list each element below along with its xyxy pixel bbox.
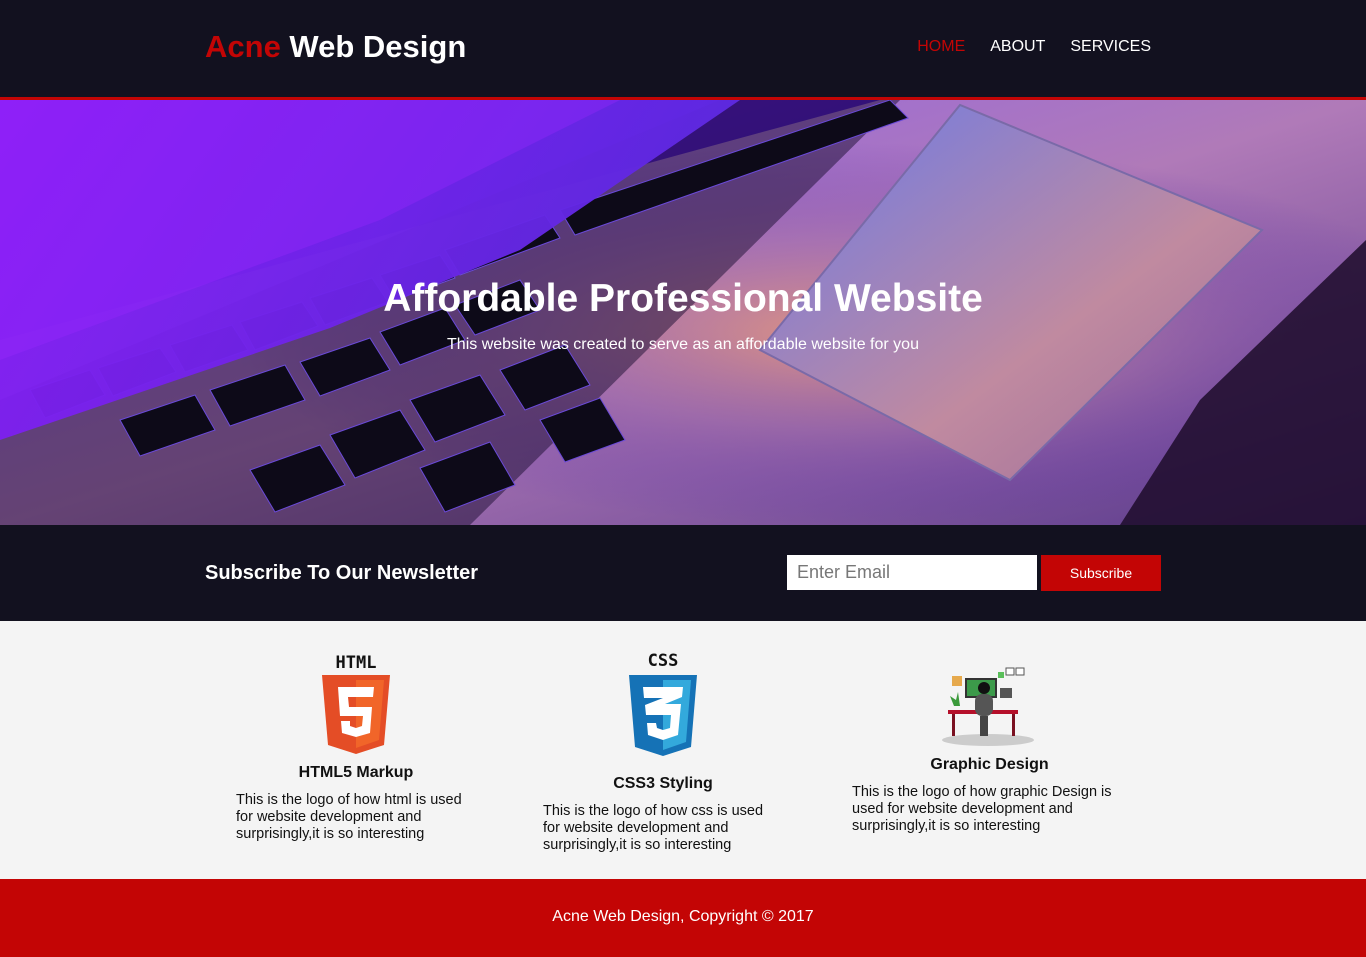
brand-highlight: Acne xyxy=(205,29,281,64)
site-header: Acne Web Design HOME ABOUT SERVICES xyxy=(0,0,1366,100)
feature-box-graphic: Graphic Design This is the logo of how g… xyxy=(852,666,1127,835)
main-nav: HOME ABOUT SERVICES xyxy=(917,38,1151,56)
showcase-subtitle: This website was created to serve as an … xyxy=(447,335,919,353)
nav-home-link[interactable]: HOME xyxy=(917,38,965,56)
site-logo[interactable]: Acne Web Design xyxy=(205,29,466,65)
feature-text-html: This is the logo of how html is used for… xyxy=(236,792,462,842)
html5-logo-icon: HTML xyxy=(322,653,390,754)
newsletter-section: Subscribe To Our Newsletter Subscribe xyxy=(0,525,1366,621)
html5-logo-text: HTML xyxy=(336,653,377,673)
brand-name: Web Design xyxy=(280,29,467,64)
subscribe-button[interactable]: Subscribe xyxy=(1041,555,1161,591)
showcase-title: Affordable Professional Website xyxy=(383,277,983,320)
feature-box-html: HTML HTML5 Markup This is the logo of ho… xyxy=(236,651,476,843)
newsletter-title: Subscribe To Our Newsletter xyxy=(205,562,479,584)
css3-logo-icon: CSS xyxy=(629,651,697,756)
feature-box-css: CSS CSS3 Styling This is the logo of how… xyxy=(543,651,783,854)
features-section: HTML HTML5 Markup This is the logo of ho… xyxy=(0,621,1366,879)
showcase-text: Affordable Professional Website This web… xyxy=(0,277,1366,354)
showcase: Affordable Professional Website This web… xyxy=(0,100,1366,525)
nav-about-link[interactable]: ABOUT xyxy=(990,38,1045,56)
copyright-text: Acne Web Design, Copyright © 2017 xyxy=(552,908,814,925)
feature-title-html: HTML5 Markup xyxy=(298,764,414,781)
email-input[interactable] xyxy=(787,555,1037,590)
css3-logo-text: CSS xyxy=(648,651,679,671)
nav-services-link[interactable]: SERVICES xyxy=(1070,38,1151,56)
feature-title-graphic: Graphic Design xyxy=(930,756,1049,773)
site-footer: Acne Web Design, Copyright © 2017 xyxy=(0,879,1366,957)
feature-title-css: CSS3 Styling xyxy=(613,775,713,792)
feature-text-graphic: This is the logo of how graphic Design i… xyxy=(852,784,1112,834)
designer-at-desk-icon xyxy=(941,667,1034,746)
feature-text-css: This is the logo of how css is used for … xyxy=(543,803,764,853)
